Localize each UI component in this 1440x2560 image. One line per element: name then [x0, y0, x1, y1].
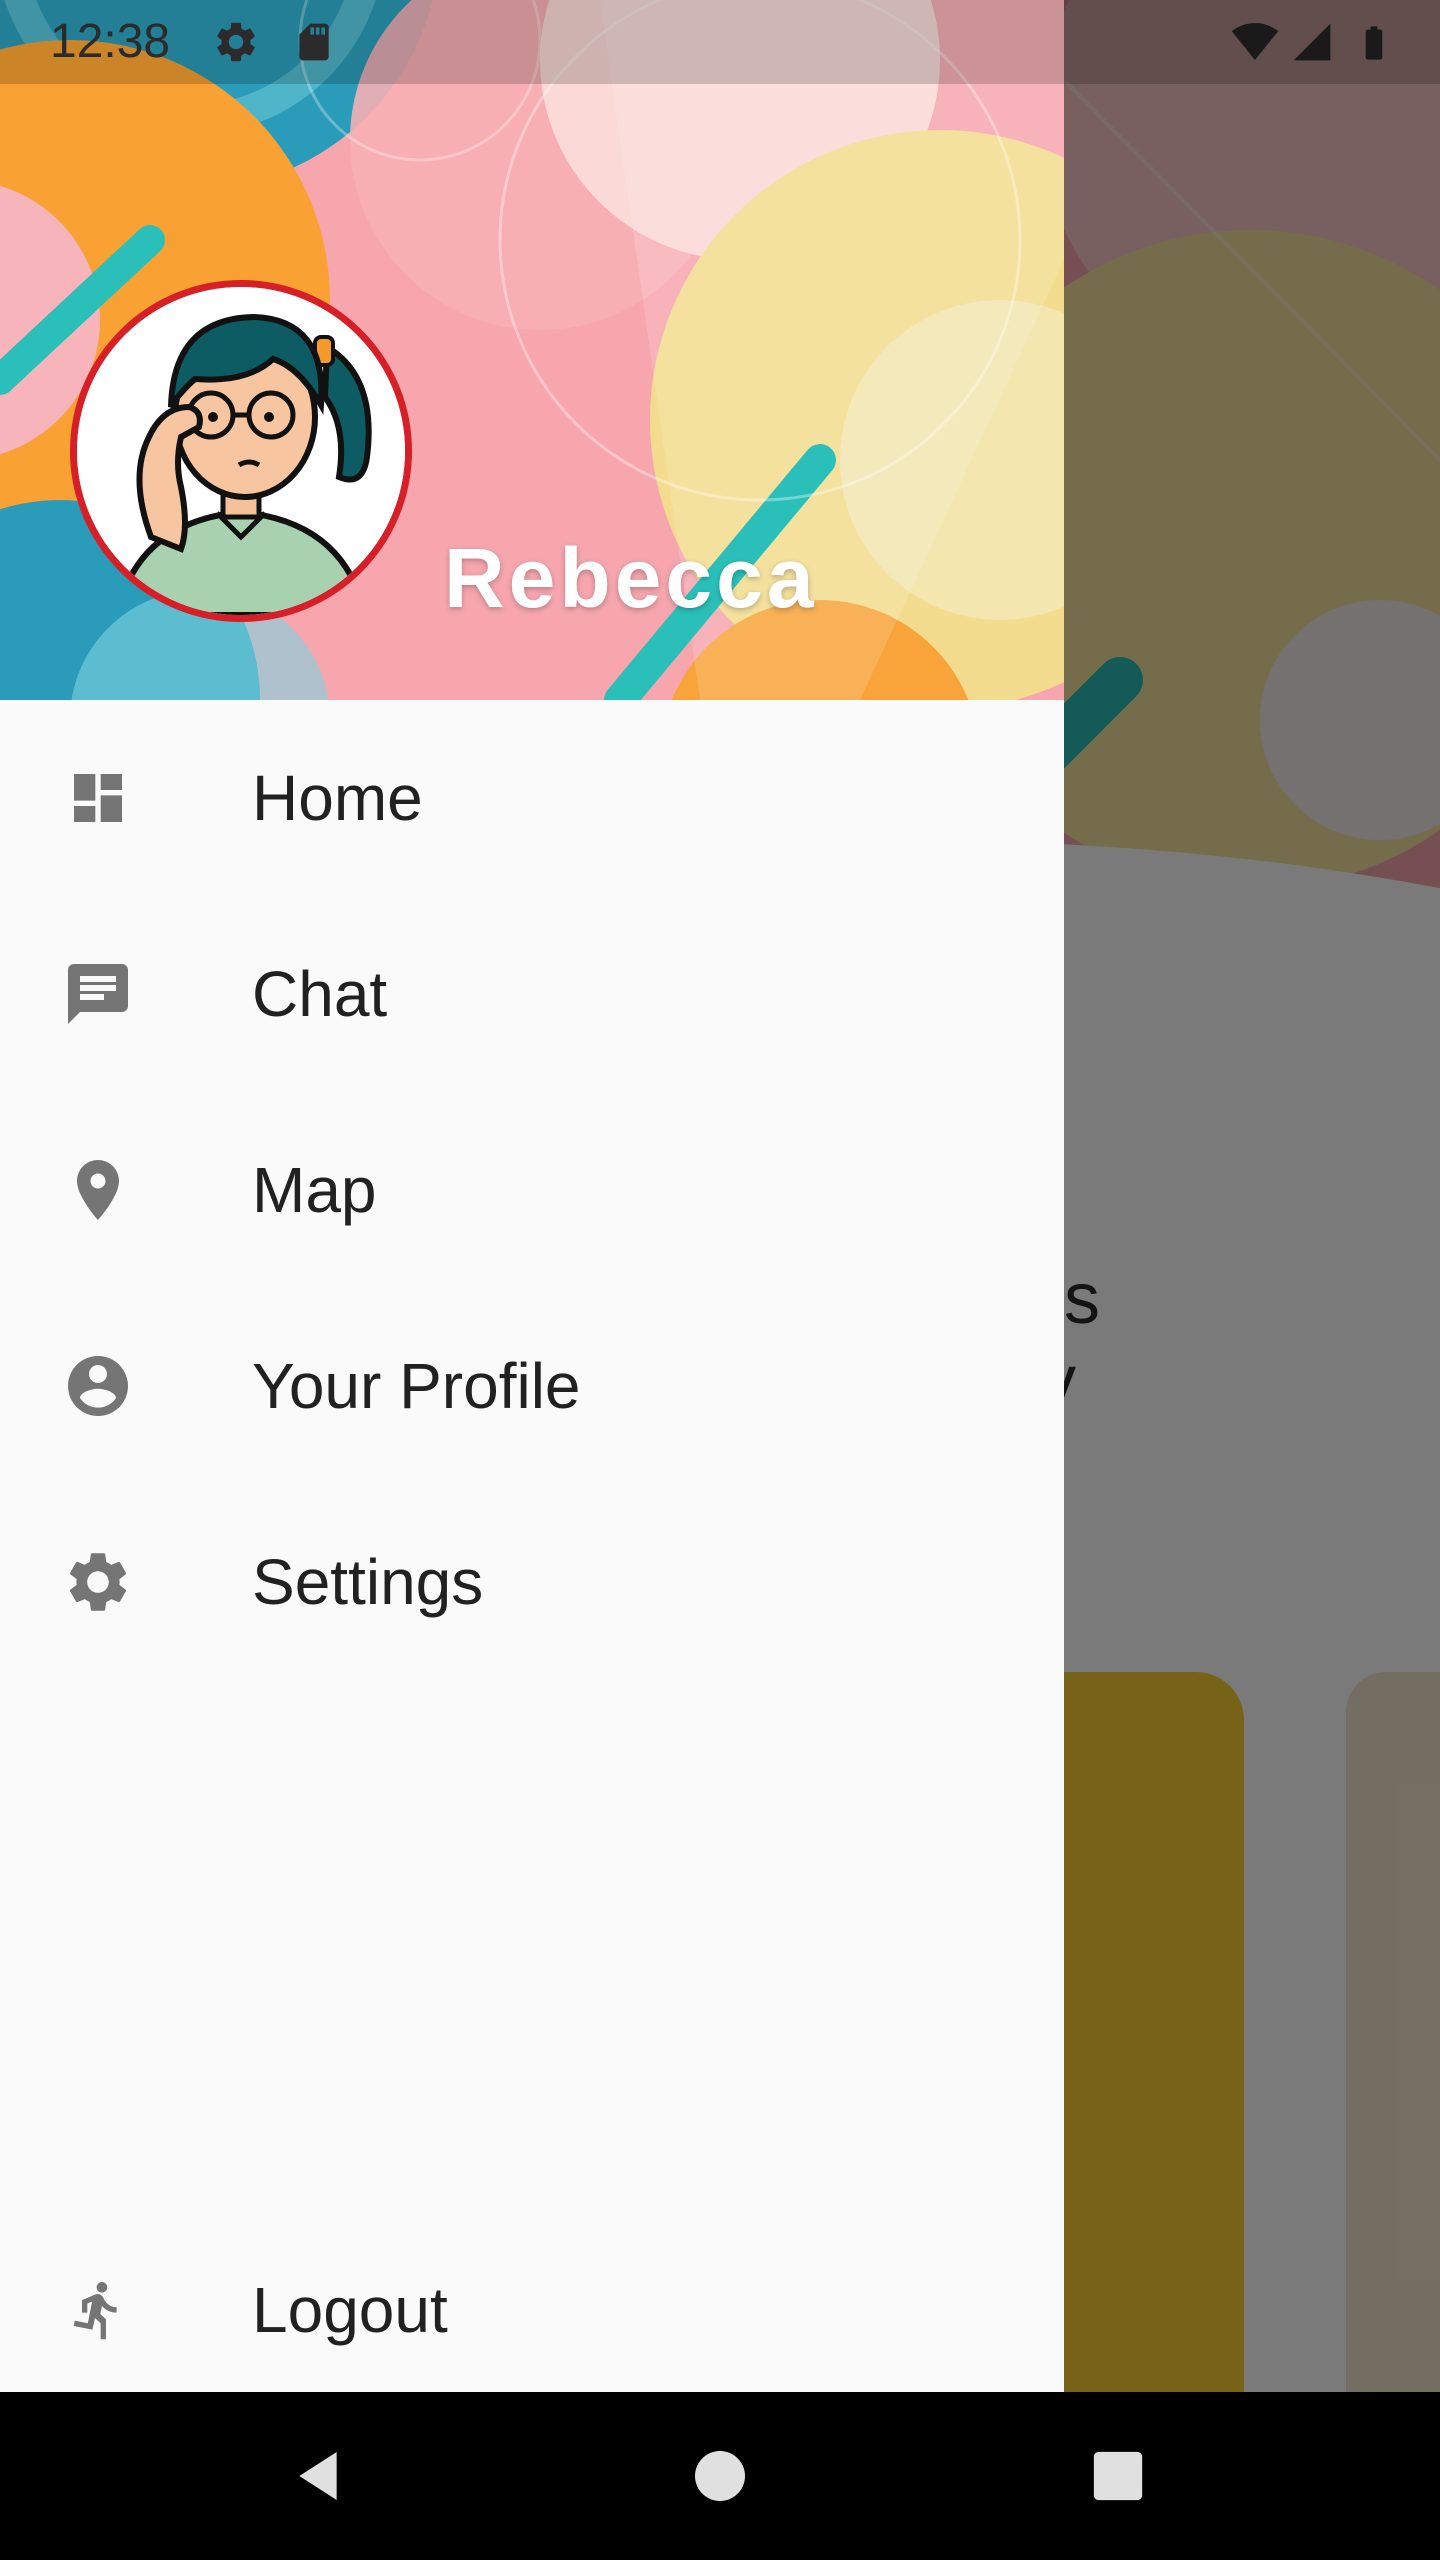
recents-square-icon [1093, 2451, 1143, 2501]
sd-card-icon [292, 18, 336, 71]
account-circle-icon [62, 1350, 134, 1422]
menu-label-settings: Settings [252, 1546, 484, 1618]
gear-icon [62, 1546, 134, 1618]
menu-label-logout: Logout [252, 2274, 448, 2346]
menu-label-chat: Chat [252, 958, 388, 1030]
drawer-username: Rebecca [444, 531, 818, 625]
wifi-icon [1228, 18, 1282, 71]
menu-item-settings[interactable]: Settings [0, 1484, 1064, 1680]
status-time: 12:38 [50, 15, 171, 68]
menu-item-logout[interactable]: Logout [0, 2212, 1064, 2392]
recents-button[interactable] [1078, 2436, 1158, 2516]
home-button[interactable] [680, 2436, 760, 2516]
gear-icon [212, 18, 260, 71]
chat-icon [62, 958, 134, 1030]
dashboard-icon [62, 762, 134, 834]
menu-label-your-profile: Your Profile [252, 1350, 581, 1422]
menu-label-home: Home [252, 762, 423, 834]
battery-icon [1354, 18, 1394, 73]
home-circle-icon [695, 2451, 745, 2501]
user-avatar[interactable] [70, 280, 412, 622]
menu-item-your-profile[interactable]: Your Profile [0, 1288, 1064, 1484]
menu-label-map: Map [252, 1154, 377, 1226]
menu-item-map[interactable]: Map [0, 1092, 1064, 1288]
system-navigation-bar [0, 2392, 1440, 2560]
status-bar: 12:38 [0, 0, 1440, 84]
drawer-header: Rebecca [0, 0, 1064, 700]
navigation-drawer: Rebecca Home Chat Map Your Profile Setti… [0, 0, 1064, 2392]
back-button[interactable] [278, 2436, 358, 2516]
menu-item-home[interactable]: Home [0, 700, 1064, 896]
back-triangle-icon [299, 2452, 337, 2500]
avatar-illustration [77, 287, 405, 615]
running-person-icon [62, 2274, 134, 2346]
location-pin-icon [62, 1154, 134, 1226]
menu-item-chat[interactable]: Chat [0, 896, 1064, 1092]
signal-icon [1290, 18, 1334, 71]
